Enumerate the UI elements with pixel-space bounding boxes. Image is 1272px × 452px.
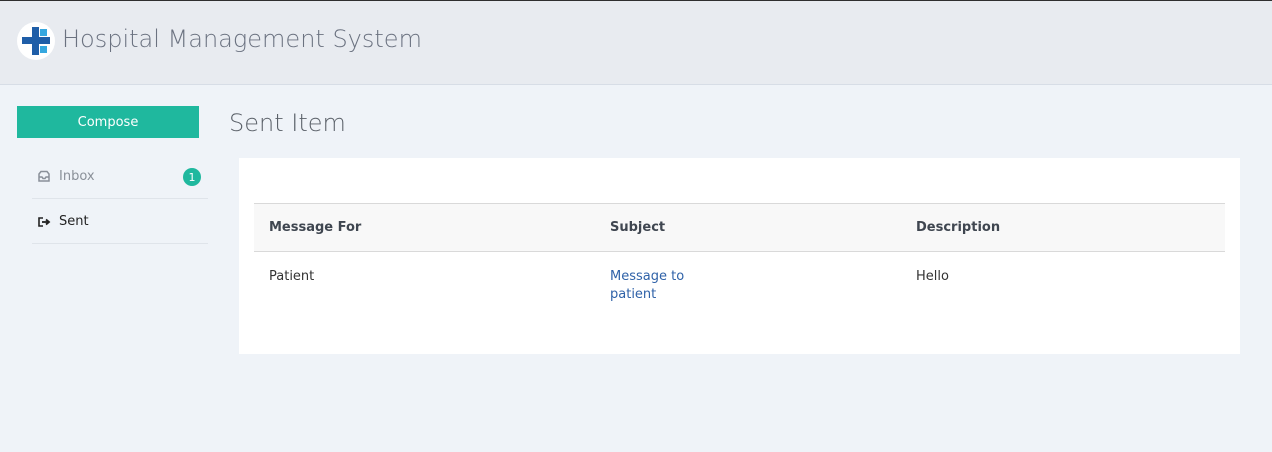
sidebar-item-inbox[interactable]: Inbox 1 [32,155,208,199]
column-header-description: Description [916,220,1001,235]
page-title: Sent Item [229,109,346,137]
sidebar-item-label: Sent [59,213,89,229]
message-for-cell: Patient [269,269,315,284]
app-title: Hospital Management System [62,25,422,53]
table-header: Message For Subject Description [254,203,1225,252]
inbox-count-badge: 1 [183,168,201,186]
inbox-tray-icon [37,170,51,184]
sidebar-item-sent[interactable]: Sent [32,200,208,244]
sidebar-item-label: Inbox [59,168,95,184]
sent-items-panel: Message For Subject Description Patient … [239,158,1240,354]
sign-out-arrow-icon [37,215,51,229]
column-header-message-for: Message For [269,220,362,235]
subject-link[interactable]: Message to patient [610,268,710,304]
app-header: Hospital Management System [0,1,1272,85]
column-header-subject: Subject [610,220,666,235]
medical-cross-logo-icon [17,22,55,60]
app-logo-icon [17,22,55,60]
description-cell: Hello [916,269,949,284]
compose-button[interactable]: Compose [17,106,199,138]
table-row: Patient Message to patient Hello [254,252,1225,312]
